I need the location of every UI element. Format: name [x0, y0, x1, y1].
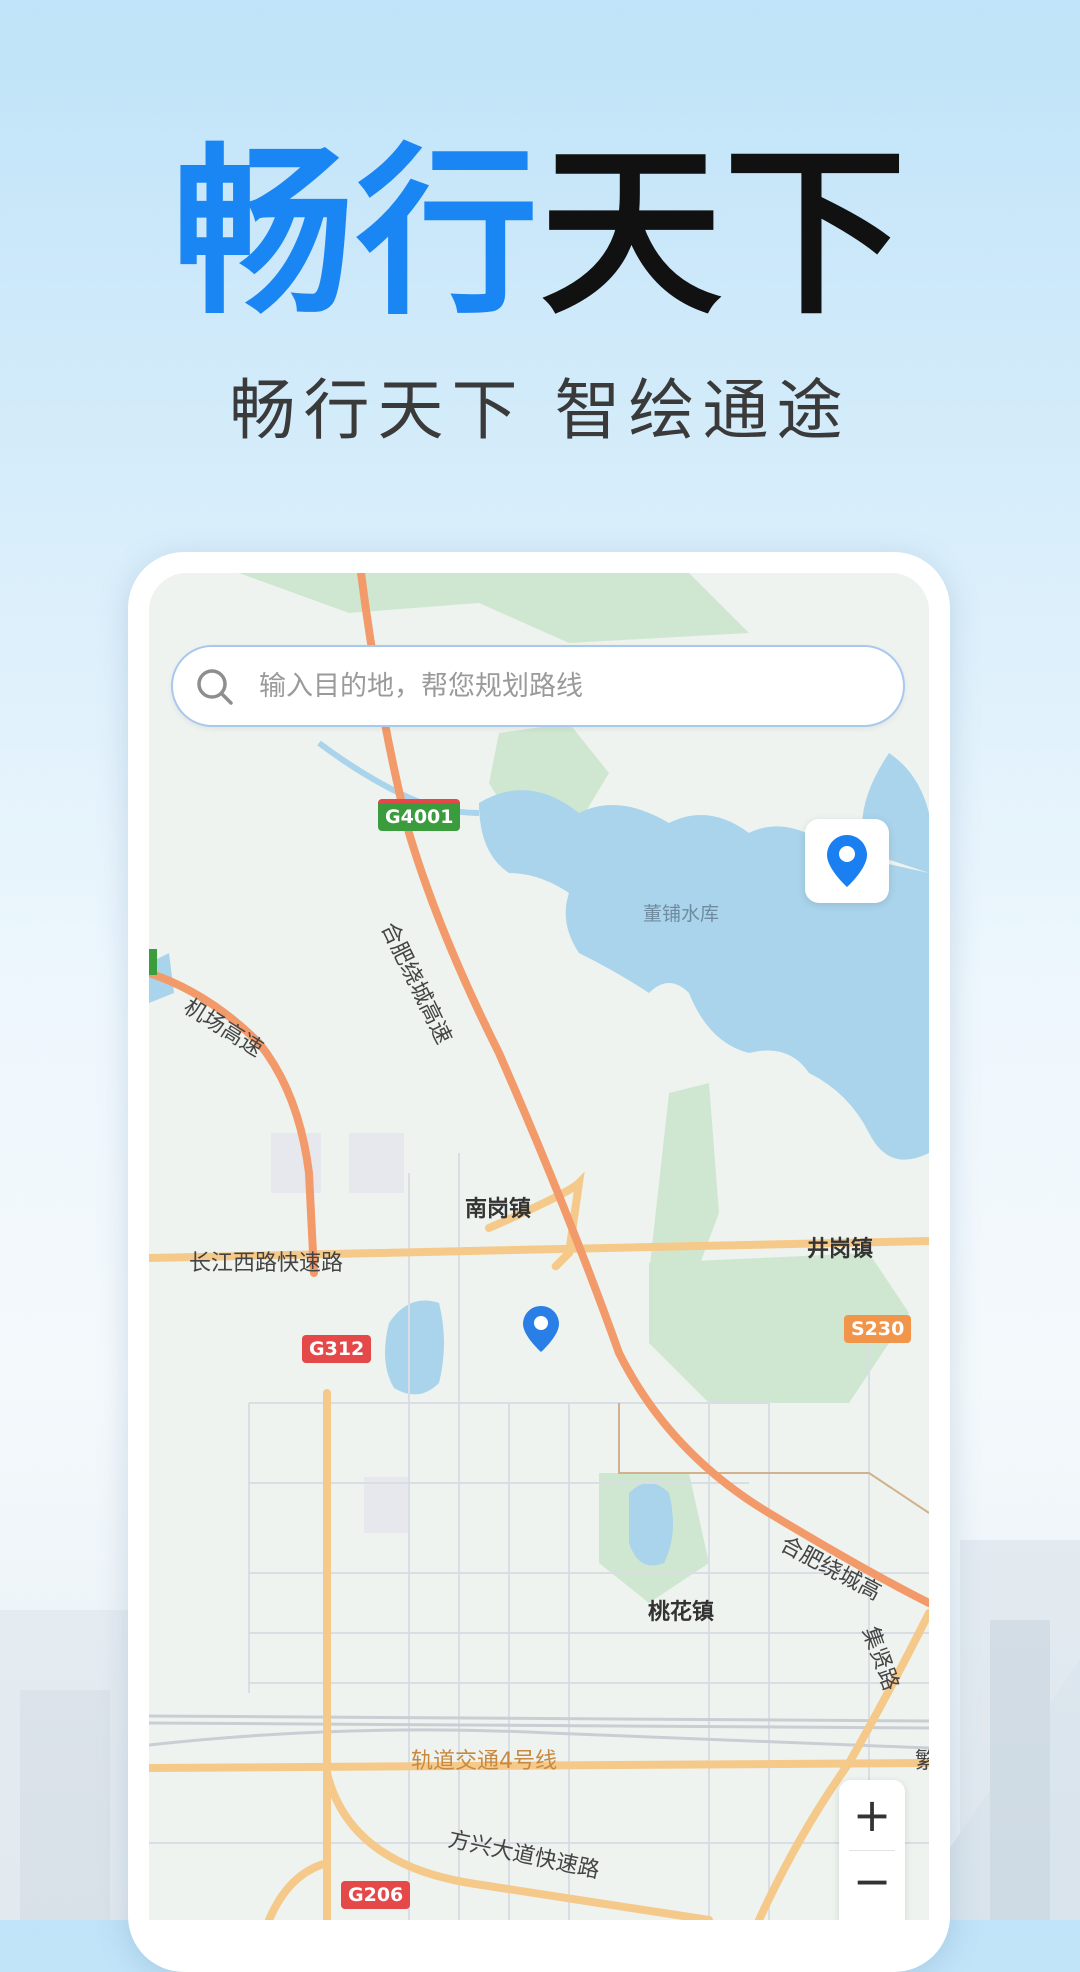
locate-button[interactable]: [805, 819, 889, 903]
search-icon: [197, 669, 233, 705]
building-block: [349, 1133, 404, 1193]
town-label-nangang: 南岗镇: [465, 1197, 532, 1222]
map-screen[interactable]: 董铺水库 南岗镇 井岗镇 桃花镇 机场高速 合肥绕城高速 长江西路快速路 合肥绕…: [149, 573, 929, 1920]
road-label-changjiang: 长江西路快速路: [189, 1251, 344, 1276]
location-pin-icon: [827, 835, 867, 887]
reservoir-label: 董铺水库: [643, 903, 720, 925]
zoom-out-button[interactable]: −: [839, 1848, 905, 1914]
route-shield-g206: G206: [341, 1881, 411, 1909]
route-shield-g312: G312: [302, 1335, 372, 1363]
edge-shield: [149, 949, 157, 975]
headline-black-part: 天下: [540, 127, 908, 339]
headline-blue-part: 畅行: [172, 127, 540, 339]
search-bar[interactable]: 输入目的地，帮您规划路线: [171, 645, 905, 727]
promo-subtitle: 畅行天下 智绘通途: [229, 372, 851, 449]
town-label-jinggang: 井岗镇: [807, 1237, 874, 1262]
route-shield-g4001: G4001: [378, 799, 461, 831]
zoom-control: + −: [839, 1780, 905, 1920]
building-block: [364, 1477, 408, 1533]
lake-water: [629, 1483, 673, 1566]
search-input[interactable]: 输入目的地，帮您规划路线: [259, 669, 583, 705]
town-label-taohua: 桃花镇: [648, 1600, 715, 1625]
promo-headline: 畅行天下: [0, 142, 1080, 324]
route-shield-s230: S230: [844, 1315, 912, 1343]
rail-label-line4: 轨道交通4号线: [411, 1749, 557, 1774]
road-label-edge: 繁: [915, 1749, 929, 1774]
zoom-in-button[interactable]: +: [839, 1782, 905, 1848]
